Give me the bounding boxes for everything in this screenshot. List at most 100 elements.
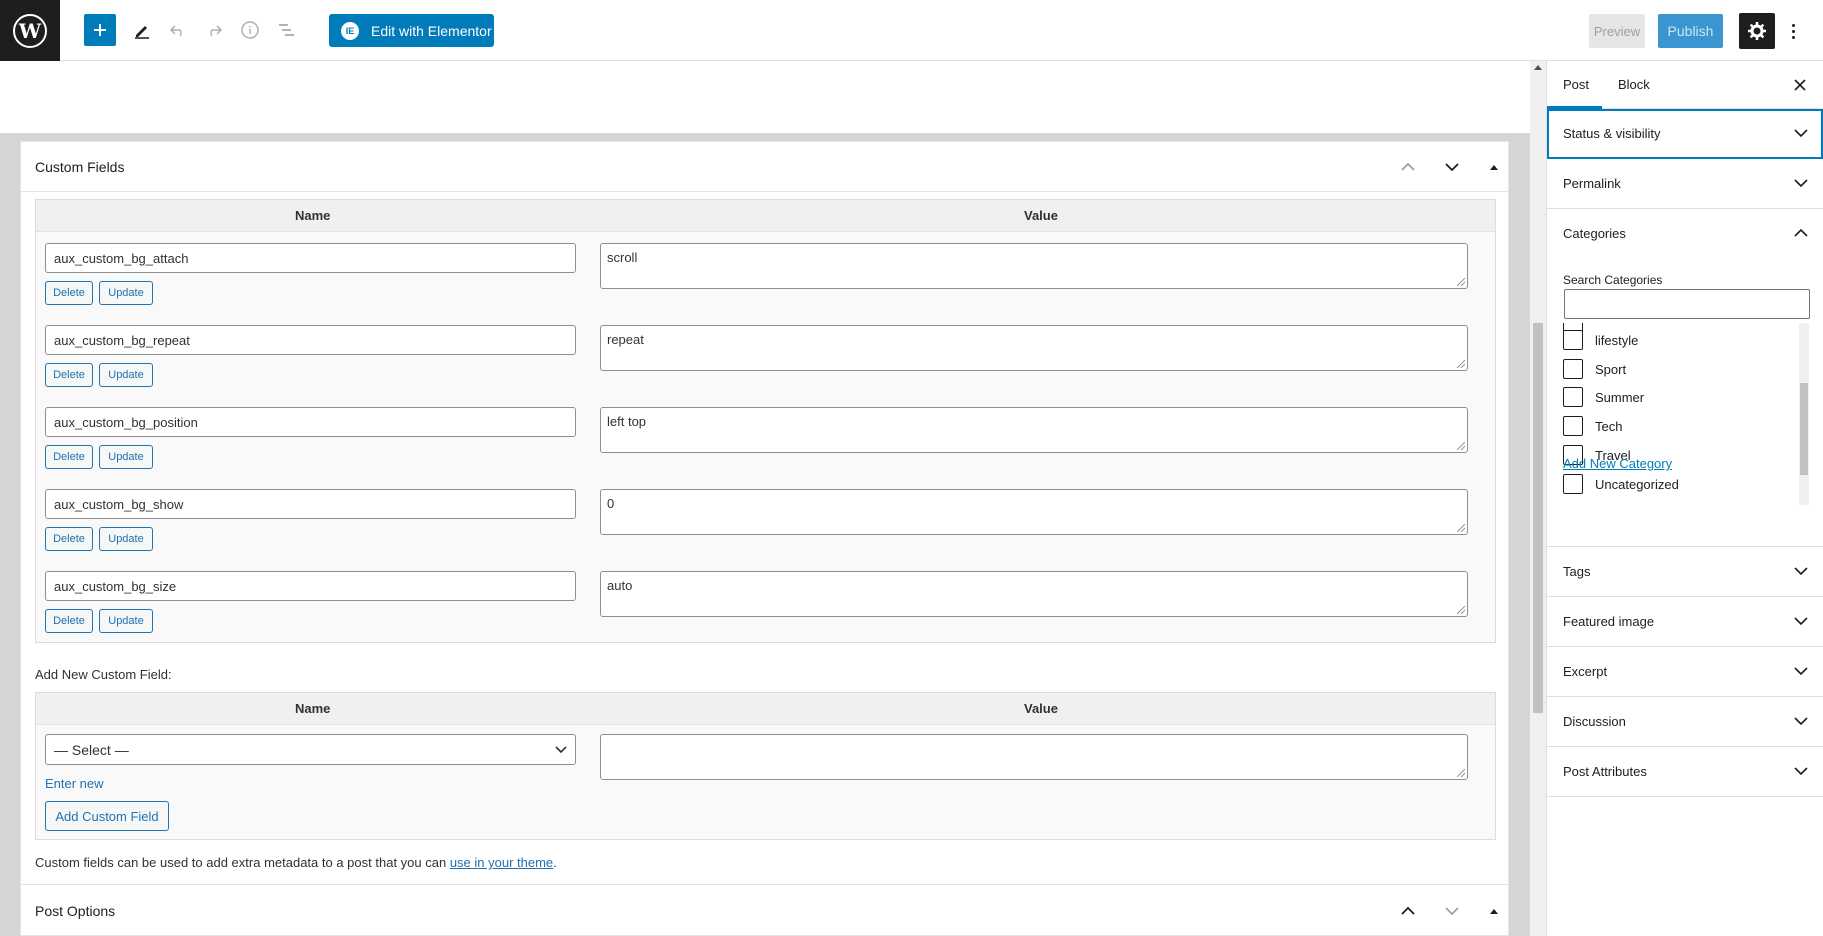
chevron-down-icon: [1445, 907, 1459, 916]
enter-new-link[interactable]: Enter new: [45, 776, 104, 791]
field-name-input[interactable]: aux_custom_bg_position: [45, 407, 576, 437]
move-down-button[interactable]: [1442, 157, 1462, 177]
list-item[interactable]: Summer: [1563, 386, 1644, 408]
list-view-button[interactable]: [274, 18, 298, 42]
toggle-panel-button[interactable]: [1484, 157, 1504, 177]
move-up-button[interactable]: [1398, 157, 1418, 177]
new-field-value-textarea[interactable]: [600, 734, 1468, 780]
name-column-header: Name: [295, 208, 331, 223]
scroll-up-arrow-icon[interactable]: [1534, 65, 1542, 70]
post-attributes-section[interactable]: Post Attributes: [1547, 747, 1823, 797]
update-button[interactable]: Update: [99, 281, 153, 305]
move-down-button[interactable]: [1442, 901, 1462, 921]
editor-top-toolbar: W IE Edit with Elementor Preview Publish: [0, 0, 1823, 61]
field-value-text: repeat: [607, 332, 644, 347]
search-categories-input[interactable]: [1564, 289, 1810, 319]
add-custom-field-button[interactable]: Add Custom Field: [45, 801, 169, 831]
excerpt-section[interactable]: Excerpt: [1547, 647, 1823, 697]
field-name-input[interactable]: aux_custom_bg_repeat: [45, 325, 576, 355]
gear-icon: [1748, 22, 1766, 40]
category-checkbox[interactable]: [1563, 330, 1583, 350]
delete-button[interactable]: Delete: [45, 363, 93, 387]
update-button[interactable]: Update: [99, 445, 153, 469]
update-button[interactable]: Update: [99, 609, 153, 633]
field-name-input[interactable]: aux_custom_bg_show: [45, 489, 576, 519]
custom-fields-hint: Custom fields can be used to add extra m…: [35, 855, 557, 870]
field-value-textarea[interactable]: 0: [600, 489, 1468, 535]
categories-scroll-thumb[interactable]: [1800, 383, 1808, 475]
resize-grip-icon[interactable]: [1457, 524, 1465, 532]
editor-scrollbar[interactable]: [1530, 61, 1546, 936]
categories-header[interactable]: Categories: [1547, 209, 1823, 259]
metaboxes-area: Custom Fields Name Value aux_custom_bg_a…: [0, 133, 1530, 936]
table-row: aux_custom_bg_attach Delete Update scrol…: [36, 232, 1495, 314]
custom-fields-title: Custom Fields: [35, 159, 125, 175]
category-checkbox[interactable]: [1563, 474, 1583, 494]
update-button[interactable]: Update: [99, 363, 153, 387]
resize-grip-icon[interactable]: [1457, 769, 1465, 777]
chevron-down-icon: [1794, 129, 1808, 138]
redo-button[interactable]: [202, 18, 226, 42]
list-item[interactable]: Uncategorized: [1563, 473, 1679, 495]
field-name-input[interactable]: aux_custom_bg_size: [45, 571, 576, 601]
field-value-textarea[interactable]: auto: [600, 571, 1468, 617]
section-title: Tags: [1563, 564, 1591, 579]
resize-grip-icon[interactable]: [1457, 606, 1465, 614]
add-block-button[interactable]: [84, 14, 116, 46]
name-column-header: Name: [295, 701, 331, 716]
settings-button[interactable]: [1739, 13, 1775, 49]
delete-button[interactable]: Delete: [45, 527, 93, 551]
field-value-textarea[interactable]: scroll: [600, 243, 1468, 289]
category-checkbox[interactable]: [1563, 359, 1583, 379]
delete-button[interactable]: Delete: [45, 445, 93, 469]
field-value-textarea[interactable]: repeat: [600, 325, 1468, 371]
field-value-textarea[interactable]: left top: [600, 407, 1468, 453]
category-label: Tech: [1595, 418, 1623, 434]
post-options-header[interactable]: Post Options: [21, 884, 1508, 936]
categories-scrollbar[interactable]: [1799, 323, 1809, 505]
close-icon[interactable]: [1792, 77, 1808, 93]
resize-grip-icon[interactable]: [1457, 442, 1465, 450]
move-up-button[interactable]: [1398, 901, 1418, 921]
permalink-section[interactable]: Permalink: [1547, 159, 1823, 209]
delete-button[interactable]: Delete: [45, 609, 93, 633]
table-header: Name Value: [36, 693, 1495, 725]
details-button[interactable]: [238, 18, 262, 42]
categories-section: Categories Search Categories lifestyle S…: [1547, 209, 1823, 547]
tags-section[interactable]: Tags: [1547, 547, 1823, 597]
status-visibility-section[interactable]: Status & visibility: [1547, 109, 1823, 159]
publish-button[interactable]: Publish: [1658, 14, 1723, 48]
undo-button[interactable]: [166, 18, 190, 42]
edit-with-elementor-button[interactable]: IE Edit with Elementor: [329, 14, 494, 47]
custom-fields-header[interactable]: Custom Fields: [21, 142, 1508, 192]
custom-fields-table: Name Value aux_custom_bg_attach Delete U…: [35, 199, 1496, 643]
discussion-section[interactable]: Discussion: [1547, 697, 1823, 747]
update-button[interactable]: Update: [99, 527, 153, 551]
list-item[interactable]: Tech: [1563, 415, 1622, 437]
scroll-thumb[interactable]: [1533, 323, 1543, 713]
tools-pencil-button[interactable]: [130, 18, 154, 42]
post-options-title: Post Options: [35, 903, 116, 919]
category-checkbox[interactable]: [1563, 416, 1583, 436]
resize-grip-icon[interactable]: [1457, 360, 1465, 368]
wordpress-logo-icon[interactable]: W: [0, 0, 60, 61]
toggle-panel-button[interactable]: [1484, 901, 1504, 921]
list-item[interactable]: lifestyle: [1563, 329, 1638, 351]
delete-button[interactable]: Delete: [45, 281, 93, 305]
field-value-text: 0: [607, 496, 615, 511]
list-item[interactable]: Sport: [1563, 358, 1626, 380]
add-new-category-link[interactable]: Add New Category: [1563, 456, 1672, 471]
preview-button[interactable]: Preview: [1589, 14, 1645, 48]
category-checkbox[interactable]: [1563, 387, 1583, 407]
undo-icon: [169, 25, 182, 37]
featured-image-section[interactable]: Featured image: [1547, 597, 1823, 647]
chevron-down-icon: [1445, 163, 1459, 172]
meta-key-select[interactable]: — Select —: [45, 734, 576, 765]
field-name-input[interactable]: aux_custom_bg_attach: [45, 243, 576, 273]
tab-block[interactable]: Block: [1618, 77, 1650, 92]
list-view-icon: [279, 24, 294, 36]
more-options-button[interactable]: [1786, 16, 1800, 46]
use-in-theme-link[interactable]: use in your theme: [450, 855, 553, 870]
tab-post[interactable]: Post: [1563, 77, 1589, 92]
resize-grip-icon[interactable]: [1457, 278, 1465, 286]
